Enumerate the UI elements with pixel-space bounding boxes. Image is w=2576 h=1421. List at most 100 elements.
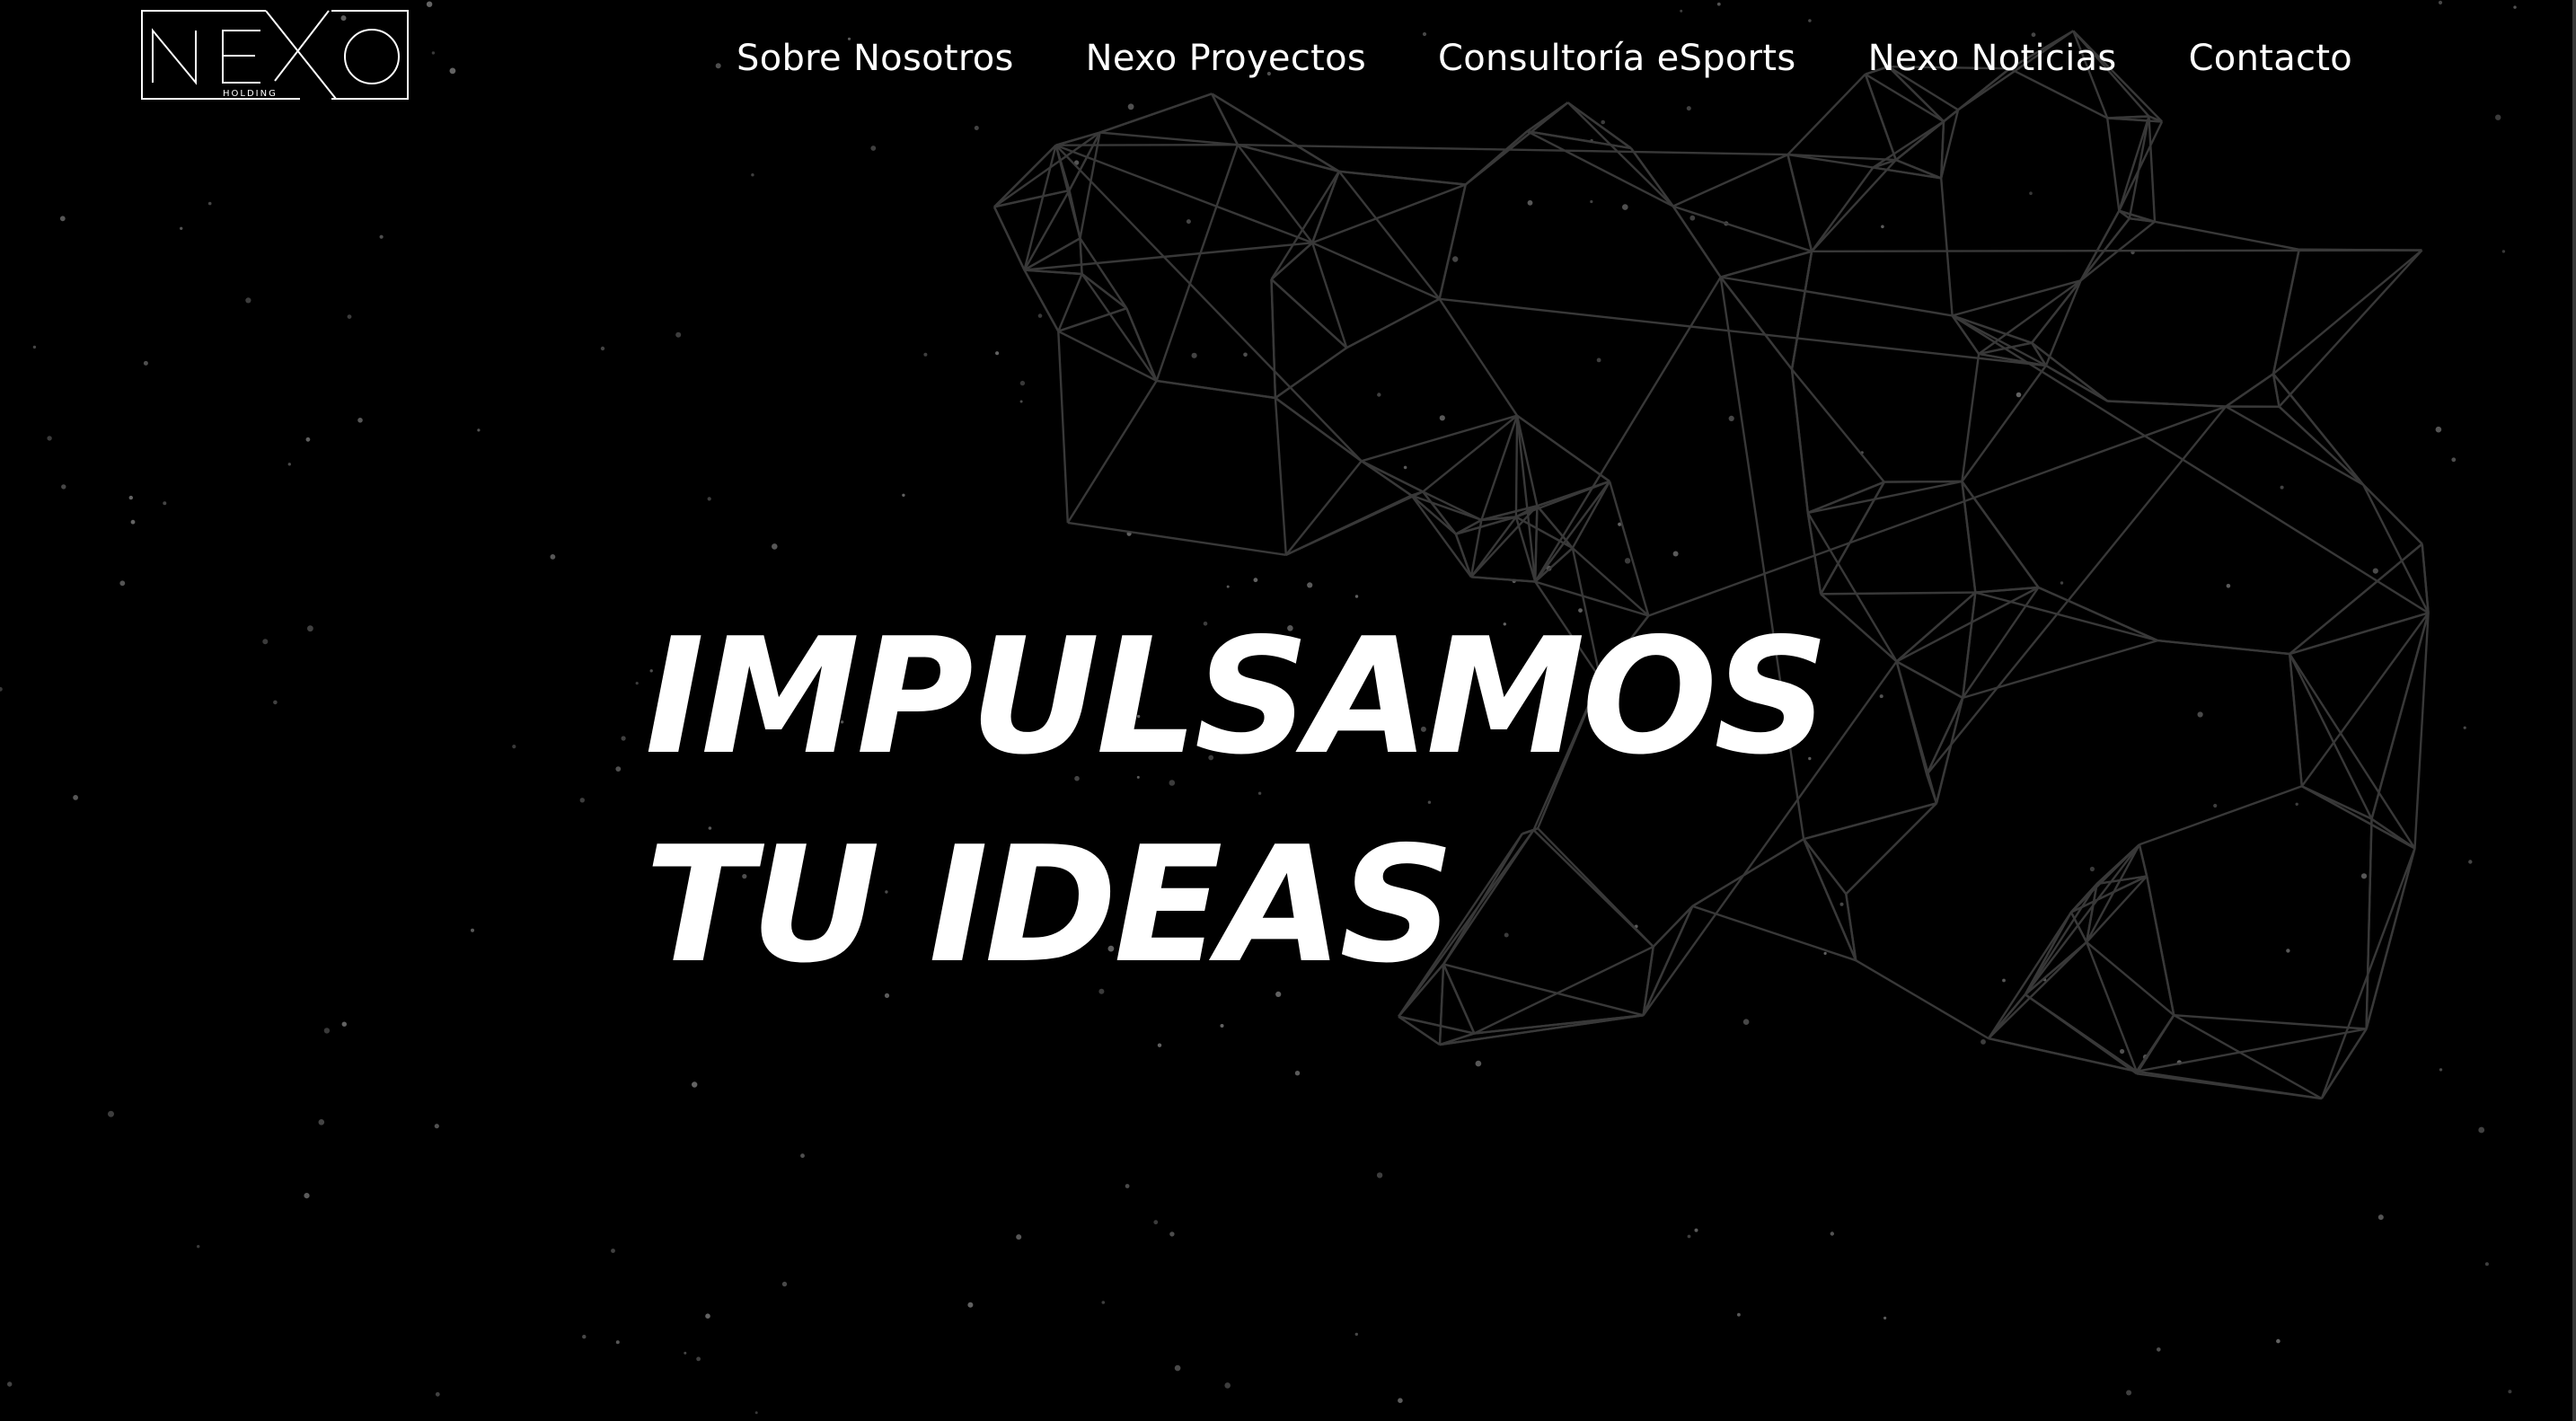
network-edge xyxy=(1672,205,1813,252)
star xyxy=(1680,9,1683,13)
network-edge xyxy=(1337,171,1441,300)
hero-headline: IMPULSAMOS TU IDEAS xyxy=(645,593,1829,1010)
star xyxy=(1398,1398,1403,1403)
network-edge xyxy=(1514,415,1519,517)
star xyxy=(1452,256,1459,262)
star xyxy=(967,1302,974,1308)
star xyxy=(1403,465,1407,470)
network-edge xyxy=(1720,276,1953,317)
network-edge xyxy=(1275,347,1347,399)
nav-sobre-nosotros[interactable]: Sobre Nosotros xyxy=(737,31,1014,86)
star xyxy=(180,226,183,230)
star xyxy=(615,1340,620,1345)
star xyxy=(2197,711,2203,718)
network-edge xyxy=(1079,238,1083,275)
star xyxy=(1307,582,1313,588)
star xyxy=(2439,1068,2443,1072)
star xyxy=(582,1335,587,1339)
network-edge xyxy=(2106,118,2121,211)
nav-consultoria-esports[interactable]: Consultoría eSports xyxy=(1438,31,1796,86)
nexo-logo-mark: HOLDING xyxy=(141,10,409,100)
star xyxy=(2295,802,2298,806)
star xyxy=(59,216,66,222)
network-edge xyxy=(1962,639,2158,700)
network-edge xyxy=(1156,379,1276,400)
nexo-holding-logo[interactable]: HOLDING xyxy=(140,9,410,101)
star xyxy=(207,201,212,206)
star xyxy=(32,345,37,349)
star xyxy=(1294,1071,1301,1076)
star xyxy=(2378,1214,2384,1221)
network-edge xyxy=(1237,144,1340,172)
network-edge xyxy=(1422,490,1482,521)
star xyxy=(754,1411,758,1415)
star xyxy=(1125,1184,1130,1188)
network-edge xyxy=(2278,405,2365,486)
star xyxy=(2276,1338,2280,1344)
network-edge xyxy=(1438,184,1467,300)
network-edge xyxy=(2173,1014,2323,1100)
star xyxy=(2463,726,2466,729)
star xyxy=(2360,873,2368,879)
network-edge xyxy=(2278,249,2423,408)
star xyxy=(1019,380,1026,386)
star xyxy=(1737,1312,1741,1317)
star xyxy=(119,580,126,587)
network-edge xyxy=(1515,415,1537,582)
star xyxy=(600,346,605,351)
network-edge xyxy=(1057,330,1158,382)
star xyxy=(1716,2,1721,6)
star xyxy=(2060,581,2064,585)
network-edge xyxy=(2301,785,2416,850)
network-edge xyxy=(1311,242,1441,300)
star xyxy=(73,795,78,800)
network-edge xyxy=(1066,380,1158,524)
star xyxy=(2451,457,2457,463)
network-edge xyxy=(1274,397,1287,555)
star xyxy=(705,1313,710,1319)
star xyxy=(2513,5,2517,9)
network-edge xyxy=(1275,397,1363,463)
network-edge xyxy=(1422,490,1457,535)
network-edge xyxy=(2365,818,2373,1029)
star xyxy=(1475,1060,1482,1067)
star xyxy=(772,543,778,550)
network-edge xyxy=(1534,506,1539,582)
network-edge xyxy=(1439,297,2047,367)
star xyxy=(696,1356,701,1362)
star xyxy=(800,1153,805,1159)
star xyxy=(1596,357,1601,363)
nav-nexo-proyectos[interactable]: Nexo Proyectos xyxy=(1086,31,1366,86)
network-edge xyxy=(2289,653,2373,820)
network-edge xyxy=(2079,217,2130,282)
star xyxy=(1694,1228,1698,1232)
star xyxy=(1672,551,1679,557)
network-edge xyxy=(1361,414,1518,463)
network-edge xyxy=(2289,653,2416,850)
network-edge xyxy=(1672,205,1722,278)
star xyxy=(684,1351,687,1355)
star xyxy=(7,1381,13,1387)
star xyxy=(2501,250,2506,253)
network-edge xyxy=(1410,494,1472,578)
network-edge xyxy=(1270,278,1277,399)
star xyxy=(1186,219,1191,225)
star xyxy=(1590,199,1593,204)
network-edge xyxy=(2174,1014,2367,1030)
network-edge xyxy=(2413,613,2430,849)
network-edge xyxy=(1812,249,2422,252)
star xyxy=(2280,485,2284,490)
network-edge xyxy=(2289,612,2429,656)
network-edge xyxy=(1099,93,1213,134)
star xyxy=(751,173,754,177)
star xyxy=(995,351,1000,356)
nav-nexo-noticias[interactable]: Nexo Noticias xyxy=(1868,31,2117,86)
star xyxy=(675,331,682,338)
star xyxy=(273,700,278,705)
star xyxy=(550,554,556,560)
star xyxy=(1830,1231,1835,1236)
star xyxy=(1981,1039,1986,1045)
star xyxy=(2226,584,2231,588)
star xyxy=(1601,119,1605,125)
nav-contacto[interactable]: Contacto xyxy=(2189,31,2353,86)
